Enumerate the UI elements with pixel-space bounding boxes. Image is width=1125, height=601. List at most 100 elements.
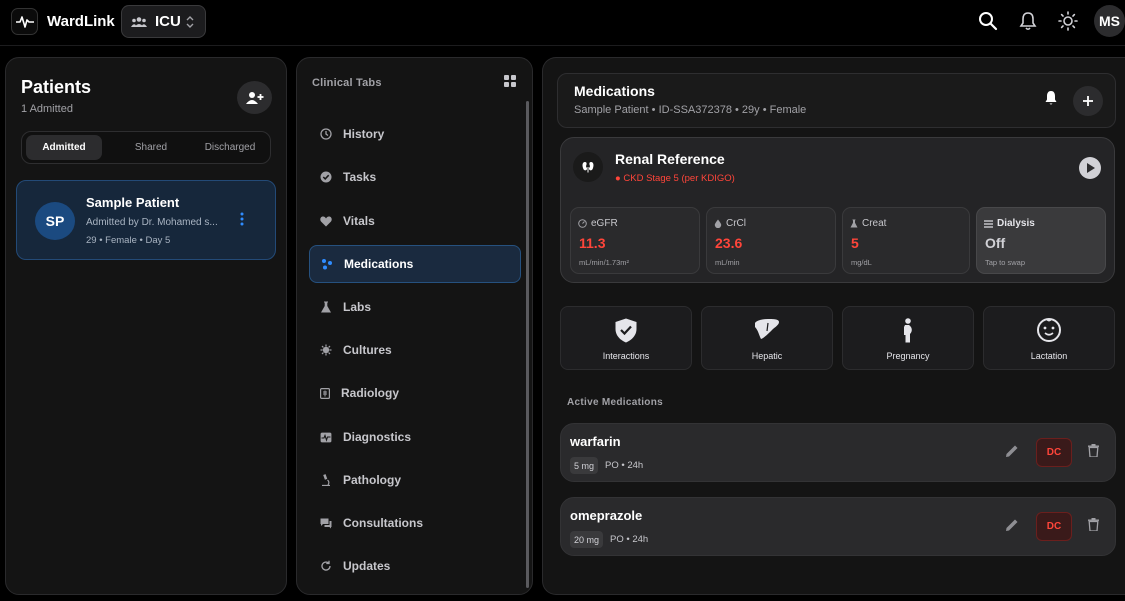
add-user-icon [245, 91, 263, 104]
list-icon [984, 219, 993, 228]
tab-label: Cultures [343, 343, 392, 357]
tab-admitted[interactable]: Admitted [26, 135, 102, 160]
tab-label: Medications [344, 257, 414, 271]
medication-card-warfarin[interactable]: warfarin 5 mg PO • 24h DC [560, 423, 1116, 482]
trash-icon[interactable] [1088, 444, 1099, 457]
dose-badge: 5 mg [570, 457, 599, 474]
sun-icon[interactable] [1057, 10, 1079, 32]
play-icon[interactable] [1079, 157, 1101, 179]
tab-labs[interactable]: Labs [309, 288, 521, 326]
ckd-stage-label: ● CKD Stage 5 (per KDIGO) [615, 173, 735, 184]
tab-shared[interactable]: Shared [111, 135, 191, 160]
user-avatar[interactable]: MS [1094, 5, 1125, 37]
ward-label: ICU [155, 13, 181, 30]
medication-card-omeprazole[interactable]: omeprazole 20 mg PO • 24h DC [560, 497, 1116, 556]
tab-cultures[interactable]: Cultures [309, 331, 521, 369]
plus-icon [1083, 96, 1093, 106]
tab-label: Pathology [343, 473, 402, 487]
metric-unit: mL/min [715, 258, 740, 267]
metric-unit: mL/min/1.73m² [579, 258, 630, 267]
check-circle-icon [320, 171, 332, 183]
clinical-tabs-panel: Clinical Tabs History Tasks Vitals Medic… [296, 57, 533, 595]
flask-icon [320, 301, 332, 313]
more-vertical-icon[interactable] [236, 210, 248, 228]
tab-tasks[interactable]: Tasks [309, 158, 521, 196]
trash-icon[interactable] [1088, 518, 1099, 531]
creat-metric: Creat 5 mg/dL [842, 207, 970, 274]
top-bar: WardLink ICU MS [0, 0, 1125, 46]
heart-icon [320, 216, 332, 227]
patient-status-tabs: Admitted Shared Discharged [21, 131, 271, 164]
xray-icon [320, 387, 330, 399]
pregnancy-button[interactable]: Pregnancy [842, 306, 974, 370]
ward-selector[interactable]: ICU [121, 5, 206, 38]
action-label: Hepatic [751, 351, 783, 361]
metric-unit: Tap to swap [985, 258, 1026, 267]
add-patient-button[interactable] [237, 81, 272, 114]
tab-label: Consultations [343, 516, 423, 530]
patient-avatar: SP [35, 202, 75, 240]
pulse-logo-icon[interactable] [11, 8, 38, 35]
discontinue-button[interactable]: DC [1036, 512, 1072, 541]
patient-name: Sample Patient [86, 195, 180, 210]
microscope-icon [320, 474, 332, 486]
metric-unit: mg/dL [851, 258, 872, 267]
add-medication-button[interactable] [1073, 86, 1103, 116]
patient-card[interactable]: SP Sample Patient Admitted by Dr. Mohame… [16, 180, 276, 260]
page-title: Medications [574, 83, 655, 99]
admitted-count: 1 Admitted [21, 103, 73, 115]
search-icon[interactable] [977, 10, 999, 32]
pregnancy-icon [901, 318, 915, 343]
alert-bell-icon[interactable] [1044, 90, 1058, 106]
metric-label: eGFR [591, 218, 618, 229]
hepatic-button[interactable]: Hepatic [701, 306, 833, 370]
action-label: Interactions [602, 351, 650, 361]
kidney-icon [573, 152, 603, 182]
discontinue-button[interactable]: DC [1036, 438, 1072, 467]
tab-label: Vitals [343, 214, 375, 228]
medications-header: Medications Sample Patient • ID-SSA37237… [557, 73, 1116, 128]
dialysis-toggle[interactable]: Dialysis Off Tap to swap [976, 207, 1106, 274]
history-icon [320, 128, 332, 140]
tab-diagnostics[interactable]: Diagnostics [309, 418, 521, 456]
medication-name: warfarin [570, 434, 621, 449]
action-label: Pregnancy [886, 351, 930, 361]
patients-title: Patients [21, 77, 92, 97]
patient-subtitle: Sample Patient • ID-SSA372378 • 29y • Fe… [574, 104, 807, 116]
dose-badge: 20 mg [570, 531, 604, 548]
lactation-button[interactable]: Lactation [983, 306, 1115, 370]
edit-icon[interactable] [1005, 518, 1019, 532]
tab-radiology[interactable]: Radiology [309, 374, 521, 412]
liver-icon [754, 318, 780, 340]
interactions-button[interactable]: Interactions [560, 306, 692, 370]
medications-panel: Medications Sample Patient • ID-SSA37237… [542, 57, 1125, 595]
pills-icon [321, 258, 333, 270]
grid-icon[interactable] [504, 75, 516, 87]
flask-icon [850, 219, 858, 228]
patient-meta: 29 • Female • Day 5 [86, 235, 171, 246]
tab-discharged[interactable]: Discharged [192, 135, 268, 160]
tab-label: Labs [343, 300, 372, 314]
bell-icon[interactable] [1017, 10, 1039, 32]
tab-pathology[interactable]: Pathology [309, 461, 521, 499]
patient-admitted-by: Admitted by Dr. Mohamed s... [86, 217, 218, 228]
tab-vitals[interactable]: Vitals [309, 202, 521, 240]
edit-icon[interactable] [1005, 444, 1019, 458]
tab-label: Radiology [341, 386, 400, 400]
metric-value: Off [985, 235, 1006, 251]
metric-label: Dialysis [997, 218, 1035, 229]
refresh-icon [320, 560, 332, 572]
tab-updates[interactable]: Updates [309, 547, 521, 585]
route-frequency: PO • 24h [610, 534, 649, 545]
patients-panel: Patients 1 Admitted Admitted Shared Disc… [5, 57, 287, 595]
tab-medications[interactable]: Medications [309, 245, 521, 283]
metric-value: 5 [851, 235, 859, 251]
renal-title: Renal Reference [615, 151, 725, 167]
active-medications-heading: Active Medications [567, 397, 663, 408]
medication-name: omeprazole [570, 508, 643, 523]
scrollbar[interactable] [526, 101, 529, 588]
tab-label: Diagnostics [343, 430, 412, 444]
tab-consultations[interactable]: Consultations [309, 504, 521, 542]
tab-history[interactable]: History [309, 115, 521, 153]
gauge-icon [578, 219, 587, 228]
